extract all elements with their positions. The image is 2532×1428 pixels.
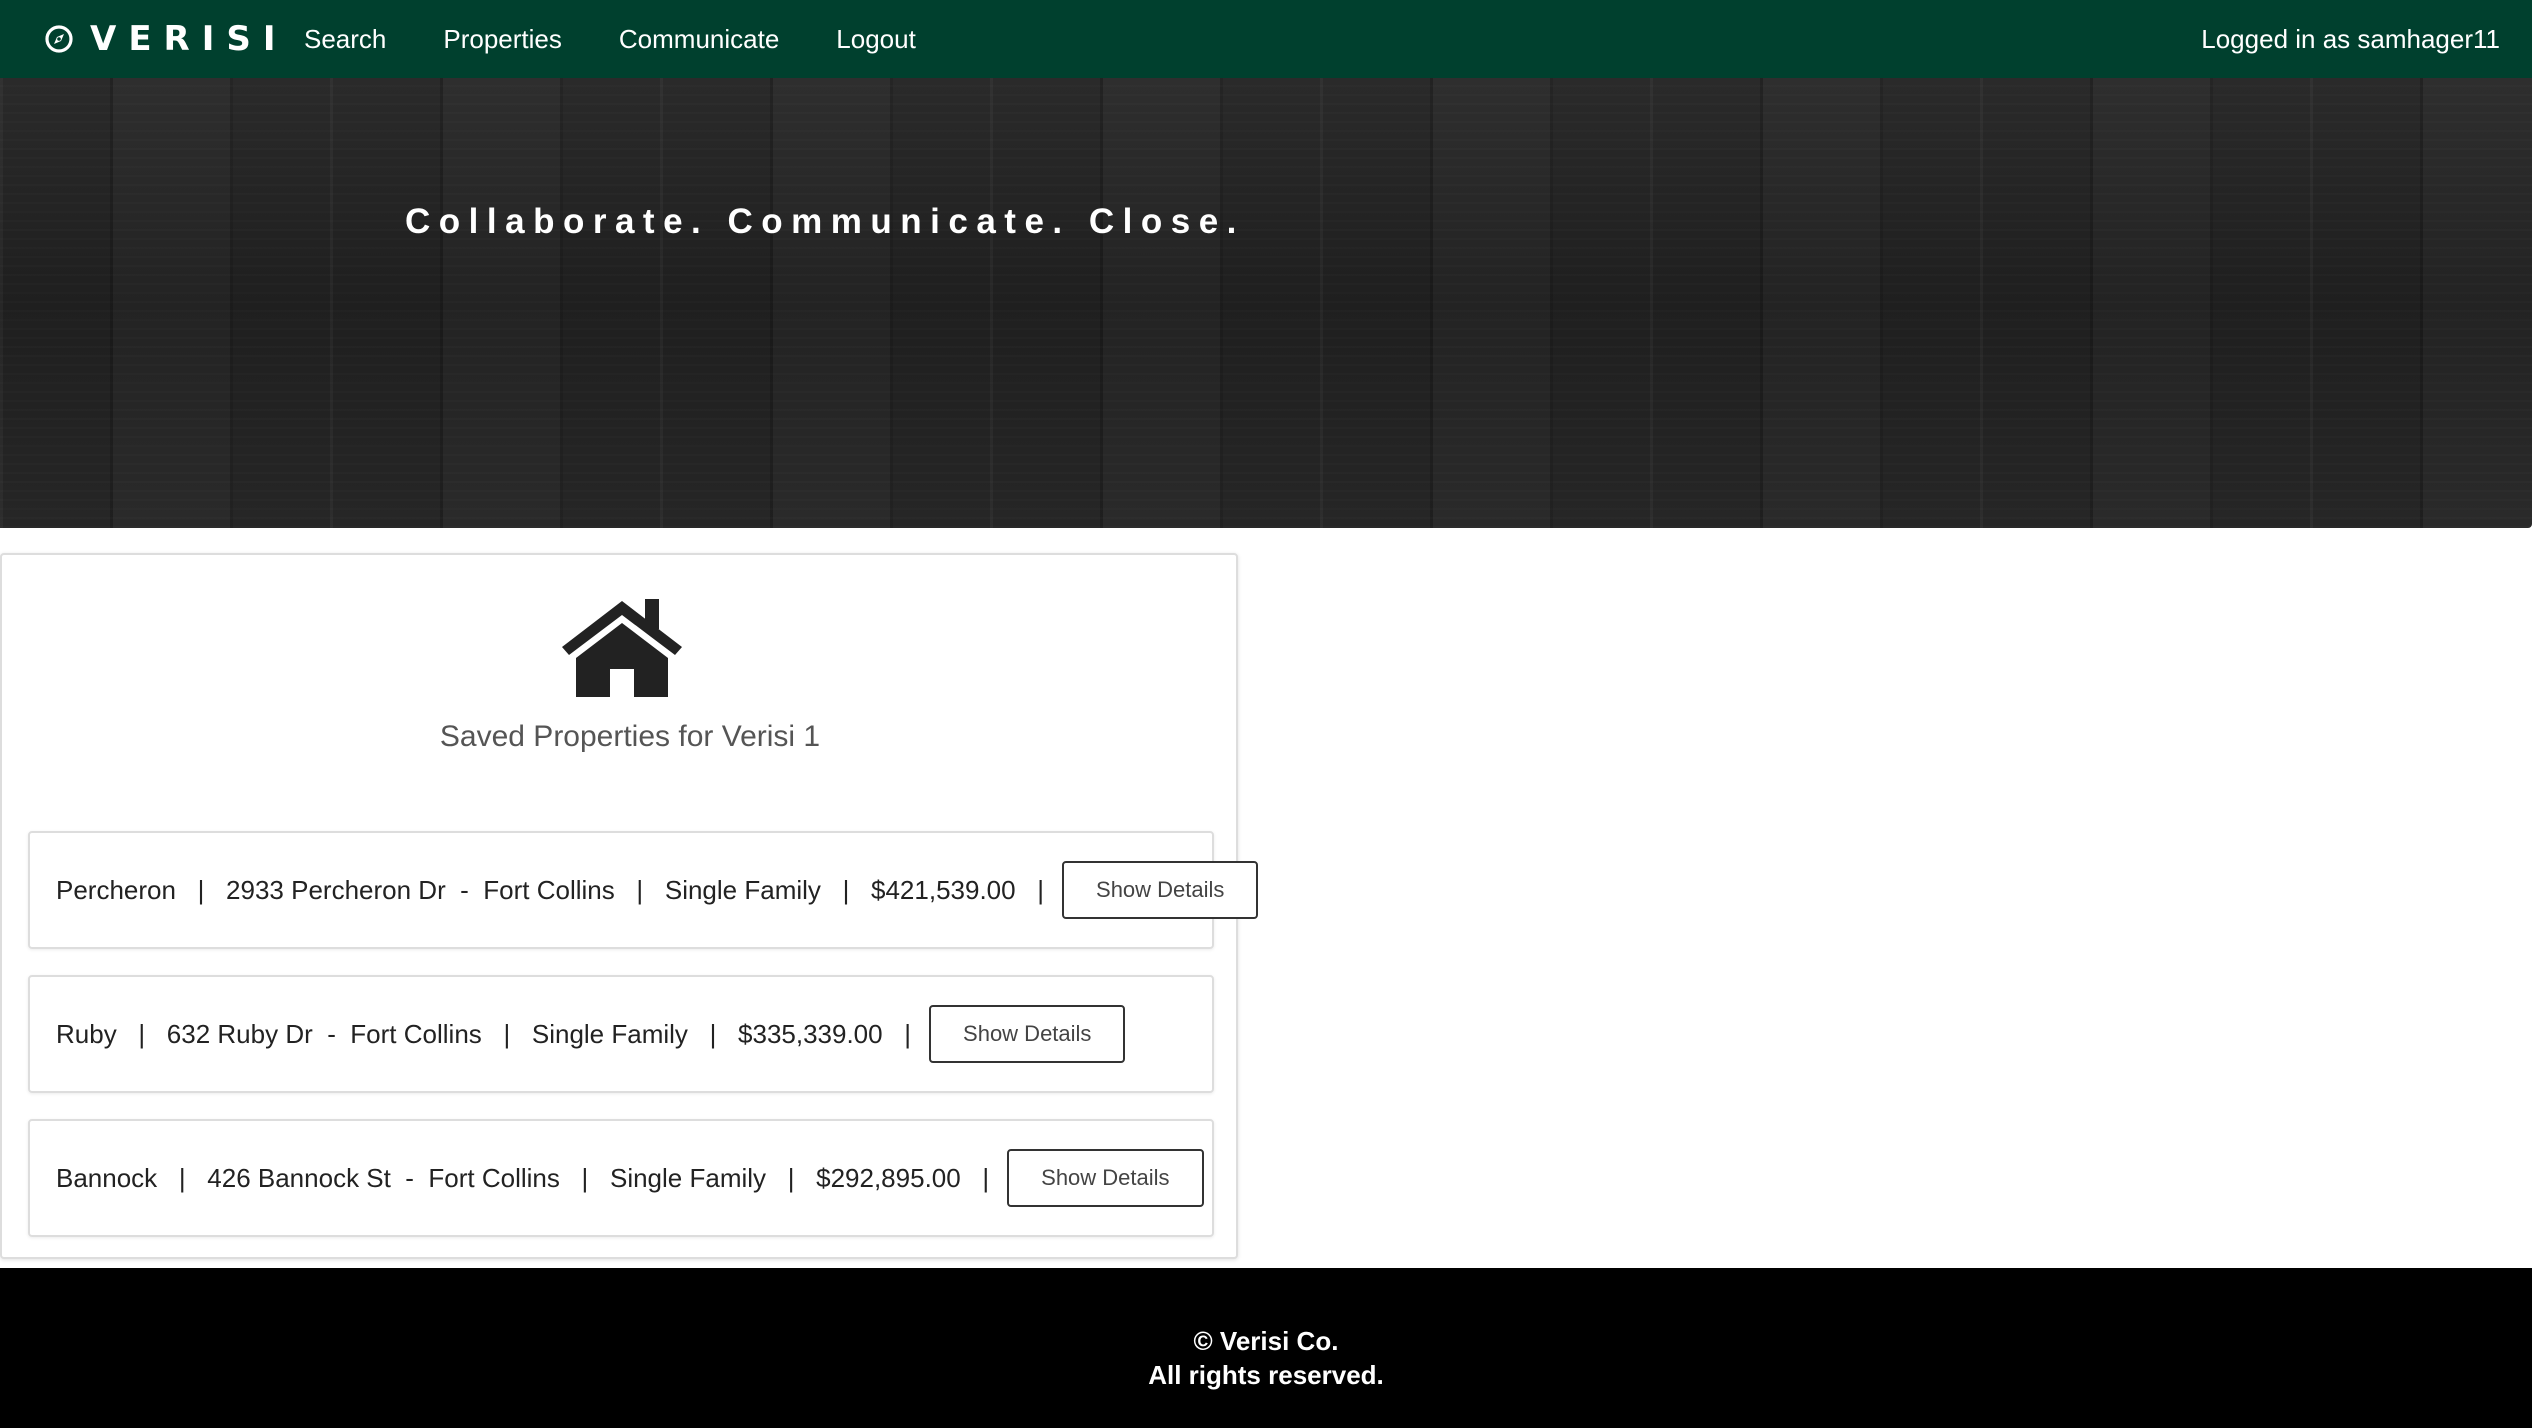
property-summary: Ruby | 632 Ruby Dr - Fort Collins | Sing… [56,1018,912,1049]
show-details-button[interactable]: Show Details [1007,1149,1204,1207]
saved-properties-list: Percheron | 2933 Percheron Dr - Fort Col… [28,831,1259,1263]
brand-logo[interactable]: VERISI [44,0,288,78]
logged-in-user: Logged in as samhager11 [2201,23,2500,54]
top-navbar: VERISI Search Properties Communicate Log… [0,0,2532,78]
saved-properties-title: Saved Properties for Verisi 1 [439,720,821,753]
nav-search-link[interactable]: Search [304,24,386,55]
house-icon [560,597,684,697]
show-details-button[interactable]: Show Details [1062,861,1259,919]
brand-name: VERISI [90,19,288,59]
footer-copyright: © Verisi Co. [1193,1326,1339,1356]
nav-properties-link[interactable]: Properties [443,24,562,55]
show-details-button[interactable]: Show Details [929,1005,1126,1063]
compass-icon [44,24,74,54]
property-summary: Bannock | 426 Bannock St - Fort Collins … [56,1162,990,1193]
nav-communicate-link[interactable]: Communicate [619,24,779,55]
hero-banner: Collaborate. Communicate. Close. [0,78,2532,528]
property-row: Ruby | 632 Ruby Dr - Fort Collins | Sing… [28,975,1214,1093]
property-summary: Percheron | 2933 Percheron Dr - Fort Col… [56,874,1045,905]
footer-rights: All rights reserved. [1148,1360,1384,1390]
nav-links: Search Properties Communicate Logout [304,0,973,78]
saved-properties-card: Saved Properties for Verisi 1 Percheron … [0,553,1259,1259]
property-row: Bannock | 426 Bannock St - Fort Collins … [28,1119,1214,1237]
property-row: Percheron | 2933 Percheron Dr - Fort Col… [28,831,1259,949]
page-footer: © Verisi Co. All rights reserved. [0,1268,2532,1428]
nav-logout-link[interactable]: Logout [836,24,916,55]
hero-tagline: Collaborate. Communicate. Close. [405,202,1245,241]
